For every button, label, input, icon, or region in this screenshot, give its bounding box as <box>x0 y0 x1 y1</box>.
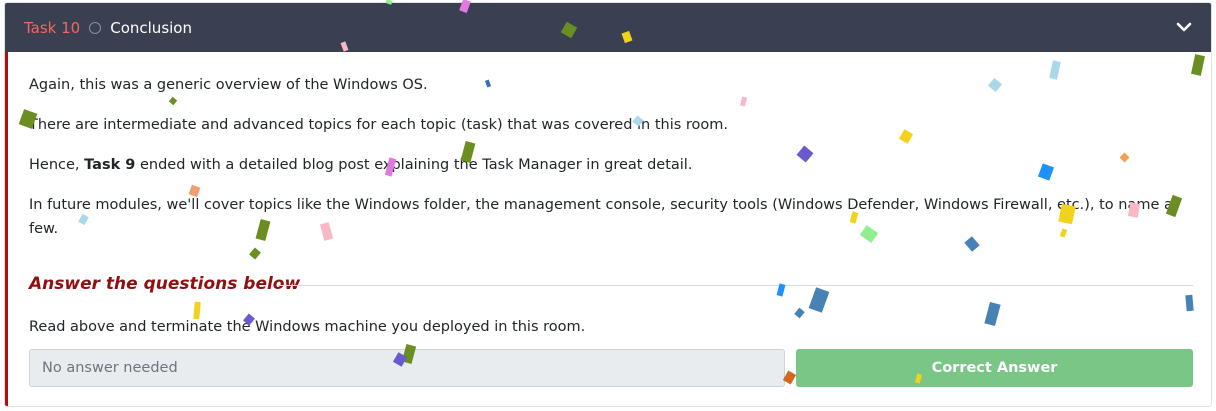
task-body: Again, this was a generic overview of th… <box>5 52 1211 406</box>
question-text: Read above and terminate the Windows mac… <box>29 319 586 335</box>
paragraph-1: Again, this was a generic overview of th… <box>29 77 428 93</box>
paragraph-3-bold: Task 9 <box>84 157 136 173</box>
task-header[interactable]: Task 10 Conclusion <box>5 3 1211 52</box>
correct-answer-button[interactable]: Correct Answer <box>796 349 1193 387</box>
paragraph-3-prefix: Hence, <box>29 157 85 173</box>
chevron-down-icon[interactable] <box>1175 18 1193 36</box>
paragraph-2: There are intermediate and advanced topi… <box>29 117 729 133</box>
task-card: Task 10 Conclusion Again, this was a gen… <box>4 2 1212 407</box>
questions-heading: Answer the questions below <box>29 274 301 294</box>
circle-outline-icon <box>89 21 102 34</box>
paragraph-3: Hence, Task 9 ended with a detailed blog… <box>29 153 692 177</box>
paragraph-4: In future modules, we'll cover topics li… <box>29 197 1173 237</box>
task-title: Conclusion <box>110 18 192 37</box>
answer-input[interactable] <box>29 349 785 387</box>
paragraph-3-suffix: ended with a detailed blog post explaini… <box>135 157 693 173</box>
heading-divider <box>278 285 1193 286</box>
task-number: Task 10 <box>24 18 81 37</box>
